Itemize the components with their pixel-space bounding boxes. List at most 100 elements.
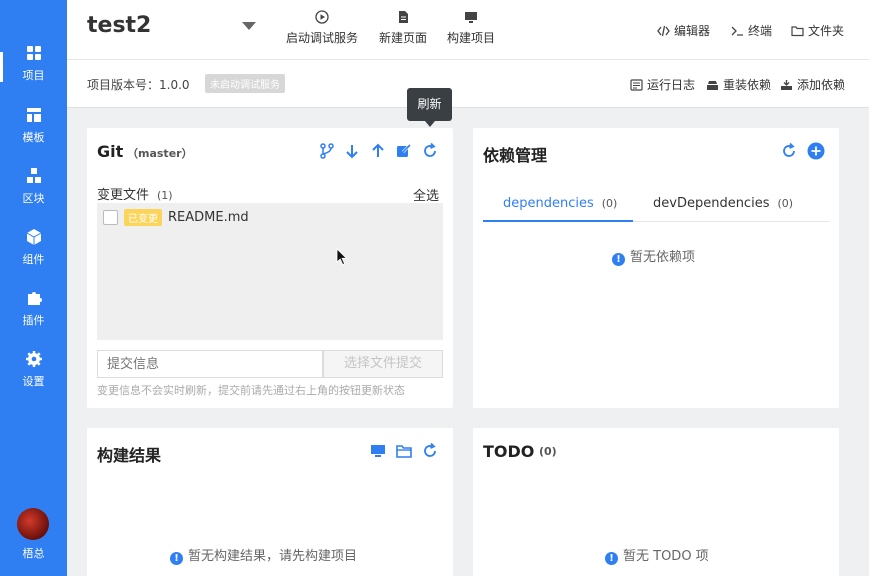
commit-button[interactable]: 选择文件提交 bbox=[323, 350, 443, 378]
sidebar-item-template[interactable]: 模板 bbox=[0, 106, 67, 162]
git-branch: （master） bbox=[127, 147, 193, 160]
deps-title: 依赖管理 bbox=[483, 146, 548, 165]
deps-card: 依赖管理 dependencies (0) devDependencies (0) … bbox=[473, 128, 839, 408]
deps-empty-message: ! 暂无依赖项 bbox=[612, 246, 695, 266]
build-empty-text: 暂无构建结果，请先构建项目 bbox=[188, 549, 358, 564]
sidebar-item-label: 模板 bbox=[22, 131, 45, 144]
build-project-button[interactable]: 构建项目 bbox=[447, 10, 495, 46]
monitor-icon[interactable] bbox=[369, 442, 387, 460]
tab-count: (0) bbox=[777, 197, 794, 210]
sidebar-item-label: 插件 bbox=[22, 314, 45, 327]
changes-label: 变更文件 (1) bbox=[97, 184, 173, 203]
terminal-link[interactable]: 终端 bbox=[731, 22, 772, 39]
refresh-icon[interactable] bbox=[421, 142, 439, 160]
todo-title: TODO bbox=[483, 442, 535, 461]
folder-link[interactable]: 文件夹 bbox=[791, 22, 844, 39]
push-icon[interactable] bbox=[369, 142, 387, 160]
file-name: README.md bbox=[168, 209, 249, 225]
git-card: Git （master） 变更文件 (1) 全选 已变更 README.md 选择… bbox=[87, 128, 453, 408]
tab-dependencies[interactable]: dependencies (0) bbox=[503, 196, 617, 211]
build-card: 构建结果 ! 暂无构建结果，请先构建项目 bbox=[87, 428, 453, 576]
edit-icon[interactable] bbox=[395, 142, 413, 160]
file-checkbox[interactable] bbox=[103, 209, 118, 225]
tab-label: devDependencies bbox=[653, 196, 770, 211]
start-debug-button[interactable]: 启动调试服务 bbox=[286, 10, 358, 46]
info-icon: ! bbox=[612, 253, 625, 266]
start-debug-label: 启动调试服务 bbox=[286, 31, 359, 45]
monitor-icon bbox=[465, 12, 477, 23]
pull-icon[interactable] bbox=[343, 142, 361, 160]
changes-count: (1) bbox=[157, 189, 173, 202]
build-empty-message: ! 暂无构建结果，请先构建项目 bbox=[170, 545, 357, 565]
folder-icon bbox=[791, 26, 804, 37]
add-dep-label: 添加依赖 bbox=[797, 78, 846, 92]
sidebar-item-label: 设置 bbox=[22, 375, 45, 388]
tab-count: (0) bbox=[601, 197, 618, 210]
avatar[interactable] bbox=[17, 508, 49, 540]
refresh-icon[interactable] bbox=[421, 442, 439, 460]
deps-empty-text: 暂无依赖项 bbox=[630, 250, 696, 265]
active-tab-indicator bbox=[483, 220, 633, 222]
project-info-bar: 项目版本号：1.0.0 未启动调试服务 运行日志 重装依赖 添加依赖 bbox=[67, 60, 869, 108]
new-page-label: 新建页面 bbox=[379, 31, 428, 45]
new-page-button[interactable]: 新建页面 bbox=[379, 10, 427, 46]
build-project-label: 构建项目 bbox=[447, 31, 496, 45]
branch-icon[interactable] bbox=[318, 142, 336, 160]
mouse-cursor-icon bbox=[336, 248, 348, 266]
sidebar-item-label: 组件 bbox=[22, 253, 45, 266]
changed-files-list: 已变更 README.md bbox=[97, 203, 443, 340]
refresh-icon[interactable] bbox=[780, 142, 798, 160]
editor-link[interactable]: 编辑器 bbox=[657, 22, 710, 39]
header: test2 启动调试服务 新建页面 构建项目 编辑器 终端 文件夹 bbox=[67, 0, 869, 60]
commit-message-input[interactable] bbox=[97, 350, 323, 378]
list-item: 已变更 README.md bbox=[103, 208, 249, 226]
log-icon bbox=[630, 79, 643, 91]
reinstall-deps-link[interactable]: 重装依赖 bbox=[706, 76, 771, 93]
new-page-icon bbox=[399, 11, 408, 23]
tab-label: dependencies bbox=[503, 196, 594, 211]
add-dep-icon bbox=[781, 80, 792, 90]
project-version: 项目版本号：1.0.0 bbox=[87, 78, 190, 92]
todo-empty-message: ! 暂无 TODO 项 bbox=[605, 545, 709, 565]
changes-label-text: 变更文件 bbox=[97, 188, 150, 203]
sidebar-item-blocks[interactable]: 区块 bbox=[0, 167, 67, 223]
project-title: test2 bbox=[87, 13, 152, 38]
sidebar-item-components[interactable]: 组件 bbox=[0, 228, 67, 284]
refresh-tooltip: 刷新 bbox=[407, 88, 452, 127]
todo-card: TODO (0) ! 暂无 TODO 项 bbox=[473, 428, 839, 576]
user-name: 梧总 bbox=[22, 547, 45, 560]
project-switch-caret-icon[interactable] bbox=[242, 22, 256, 30]
folder-icon[interactable] bbox=[395, 442, 413, 460]
folder-label: 文件夹 bbox=[808, 24, 845, 38]
sidebar-item-label: 项目 bbox=[22, 69, 45, 82]
service-status-badge: 未启动调试服务 bbox=[205, 74, 285, 93]
sidebar: 项目 模板 区块 组件 插件 设置 梧总 bbox=[0, 0, 67, 576]
reinstall-icon bbox=[707, 81, 718, 90]
terminal-icon bbox=[731, 26, 743, 36]
run-log-link[interactable]: 运行日志 bbox=[630, 76, 695, 93]
todo-count: (0) bbox=[539, 445, 557, 458]
puzzle-icon bbox=[27, 292, 42, 305]
sidebar-item-settings[interactable]: 设置 bbox=[0, 350, 67, 406]
terminal-label: 终端 bbox=[748, 24, 773, 38]
reinstall-deps-label: 重装依赖 bbox=[723, 78, 772, 92]
code-icon bbox=[657, 25, 670, 37]
status-badge: 已变更 bbox=[124, 208, 162, 226]
tab-dev-dependencies[interactable]: devDependencies (0) bbox=[653, 196, 793, 211]
add-icon[interactable] bbox=[807, 142, 825, 160]
gear-icon bbox=[25, 351, 42, 367]
sidebar-item-plugins[interactable]: 插件 bbox=[0, 289, 67, 345]
editor-label: 编辑器 bbox=[674, 24, 711, 38]
build-title: 构建结果 bbox=[97, 446, 162, 465]
select-all-button[interactable]: 全选 bbox=[413, 185, 439, 204]
dashboard-icon bbox=[26, 46, 41, 60]
run-log-label: 运行日志 bbox=[647, 78, 696, 92]
git-title: Git bbox=[97, 142, 124, 161]
commit-hint: 变更信息不会实时刷新，提交前请先通过右上角的按钮更新状态 bbox=[97, 384, 405, 397]
info-icon: ! bbox=[170, 552, 183, 565]
cube-icon bbox=[26, 229, 41, 245]
info-icon: ! bbox=[605, 552, 618, 565]
deps-tabs: dependencies (0) devDependencies (0) bbox=[483, 184, 829, 222]
add-dep-link[interactable]: 添加依赖 bbox=[780, 76, 845, 93]
sidebar-item-project[interactable]: 项目 bbox=[0, 44, 67, 100]
